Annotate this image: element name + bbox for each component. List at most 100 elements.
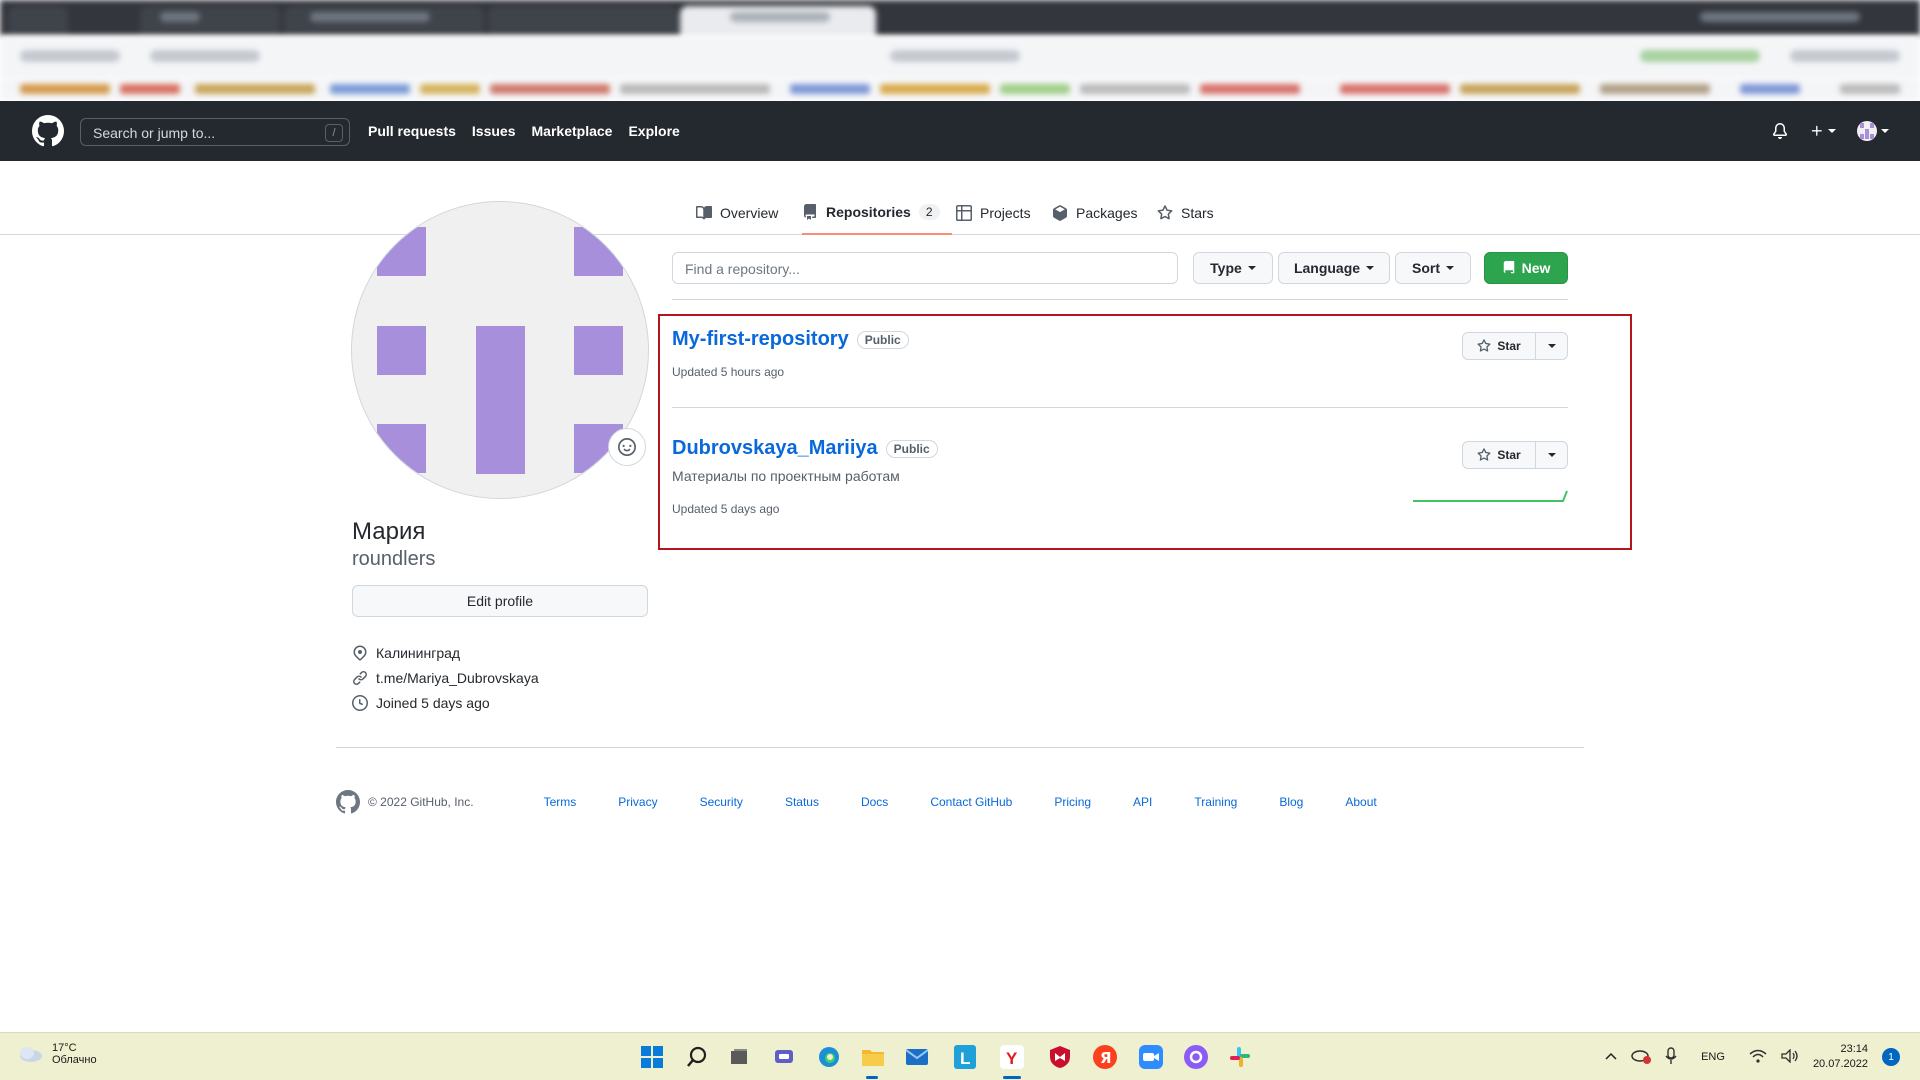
create-new-dropdown[interactable] [1808, 121, 1838, 141]
language-filter-button[interactable]: Language [1278, 252, 1390, 284]
star-list-dropdown[interactable] [1536, 332, 1568, 360]
repo-icon [804, 203, 816, 220]
avatar-icon [1857, 121, 1877, 141]
profile-location: Калининград [352, 640, 539, 665]
chevron-down-icon [1366, 266, 1375, 270]
profile-tabs: Overview Repositories 2 Projects Package… [0, 190, 1920, 235]
yandex-browser-icon[interactable]: Y [998, 1043, 1026, 1071]
footer-link-security[interactable]: Security [700, 795, 743, 809]
repo-filter-bar: Find a repository... Type Language Sort … [672, 252, 1568, 300]
star-button[interactable]: Star [1462, 441, 1536, 469]
bell-icon[interactable] [1770, 121, 1790, 141]
footer-link-api[interactable]: API [1133, 795, 1152, 809]
type-filter-button[interactable]: Type [1193, 252, 1273, 284]
system-clock[interactable]: 23:14 20.07.2022 [1813, 1042, 1868, 1072]
new-repository-button[interactable]: New [1484, 252, 1568, 284]
repo-name-link[interactable]: Dubrovskaya_Mariiya [672, 437, 878, 460]
start-icon[interactable] [638, 1043, 666, 1071]
tab-packages[interactable]: Packages [1052, 190, 1137, 235]
wifi-icon[interactable] [1749, 1049, 1767, 1066]
github-logo-icon[interactable] [336, 790, 360, 814]
nav-pull-requests[interactable]: Pull requests [368, 123, 456, 139]
l-app-icon[interactable]: L [951, 1043, 979, 1071]
global-search-input[interactable]: Search or jump to... / [80, 118, 350, 146]
nav-explore[interactable]: Explore [628, 123, 679, 139]
footer-link-blog[interactable]: Blog [1279, 795, 1303, 809]
set-status-button[interactable] [608, 428, 646, 466]
star-button[interactable]: Star [1462, 332, 1536, 360]
chat-icon[interactable] [770, 1043, 798, 1071]
copyright-text: © 2022 GitHub, Inc. [368, 795, 474, 809]
microphone-icon[interactable] [1665, 1046, 1677, 1068]
star-icon [1477, 339, 1491, 352]
tab-repositories[interactable]: Repositories 2 [802, 190, 952, 235]
footer-link-training[interactable]: Training [1194, 795, 1237, 809]
zoom-icon[interactable] [1137, 1043, 1165, 1071]
file-explorer-icon[interactable] [859, 1043, 887, 1071]
find-repository-input[interactable]: Find a repository... [672, 252, 1178, 284]
bookmarks-bar [0, 78, 1920, 101]
star-button-group: Star [1462, 441, 1568, 469]
profile-joined: Joined 5 days ago [352, 690, 539, 715]
star-list-dropdown[interactable] [1536, 441, 1568, 469]
edge-browser-icon[interactable] [815, 1043, 843, 1071]
mcafee-icon[interactable] [1046, 1043, 1074, 1071]
tab-label: Overview [720, 204, 779, 221]
alice-icon[interactable] [1182, 1043, 1210, 1071]
star-icon [1477, 448, 1491, 461]
weather-widget[interactable]: 17°C Облачно [16, 1042, 97, 1066]
edit-profile-button[interactable]: Edit profile [352, 585, 648, 617]
joined-text: Joined 5 days ago [376, 694, 490, 711]
nav-marketplace[interactable]: Marketplace [532, 123, 613, 139]
header-nav: Pull requests Issues Marketplace Explore [368, 123, 680, 139]
footer-link-about[interactable]: About [1345, 795, 1376, 809]
browser-tab[interactable] [488, 6, 678, 36]
link-text[interactable]: t.me/Mariya_Dubrovskaya [376, 670, 539, 686]
browser-toolbar [0, 36, 1920, 78]
star-label: Star [1497, 339, 1521, 353]
nav-issues[interactable]: Issues [472, 123, 516, 139]
repo-updated: Updated 5 hours ago [672, 365, 785, 379]
activity-sparkline [1413, 490, 1568, 502]
footer-link-privacy[interactable]: Privacy [618, 795, 657, 809]
sort-filter-button[interactable]: Sort [1395, 252, 1471, 284]
system-tray: ENG 23:14 20.07.2022 1 [1605, 1033, 1900, 1080]
user-menu-dropdown[interactable] [1856, 121, 1890, 141]
star-label: Star [1497, 448, 1521, 462]
location-text: Калининград [376, 644, 461, 661]
profile-avatar[interactable] [351, 201, 649, 499]
slack-icon[interactable] [1226, 1043, 1254, 1071]
footer-link-contact[interactable]: Contact GitHub [930, 795, 1012, 809]
footer-link-status[interactable]: Status [785, 795, 819, 809]
yandex-icon[interactable]: Я [1091, 1043, 1119, 1071]
tab-stars[interactable]: Stars [1157, 190, 1214, 235]
windows-taskbar: 17°C Облачно L Y Я ENG 23:14 20.07.2022 … [0, 1032, 1920, 1080]
footer-link-docs[interactable]: Docs [861, 795, 888, 809]
link-icon [353, 670, 367, 685]
chevron-down-icon [1547, 344, 1556, 348]
tab-overview[interactable]: Overview [696, 190, 778, 235]
search-icon[interactable] [683, 1043, 711, 1071]
chevron-down-icon [1828, 129, 1836, 133]
speaker-icon[interactable] [1781, 1047, 1799, 1066]
github-logo-icon[interactable] [32, 115, 64, 147]
chevron-up-icon[interactable] [1605, 1051, 1617, 1063]
input-language[interactable]: ENG [1701, 1051, 1725, 1063]
task-view-icon[interactable] [725, 1043, 753, 1071]
footer-link-terms[interactable]: Terms [544, 795, 577, 809]
repo-icon [1503, 261, 1514, 274]
browser-tab[interactable] [8, 6, 68, 36]
tab-projects[interactable]: Projects [956, 190, 1031, 235]
cloud-icon [20, 1047, 42, 1062]
star-icon [1157, 204, 1173, 219]
clock-icon [352, 694, 368, 711]
mail-icon[interactable] [903, 1043, 931, 1071]
repo-name-link[interactable]: My-first-repository [672, 328, 849, 351]
onedrive-error-icon[interactable] [1631, 1048, 1652, 1067]
weather-desc: Облачно [52, 1054, 97, 1066]
notification-badge[interactable]: 1 [1882, 1048, 1900, 1066]
github-header: Search or jump to... / Pull requests Iss… [0, 101, 1920, 161]
visibility-badge: Public [856, 330, 909, 349]
footer-link-pricing[interactable]: Pricing [1054, 795, 1091, 809]
footer-divider [336, 747, 1584, 748]
